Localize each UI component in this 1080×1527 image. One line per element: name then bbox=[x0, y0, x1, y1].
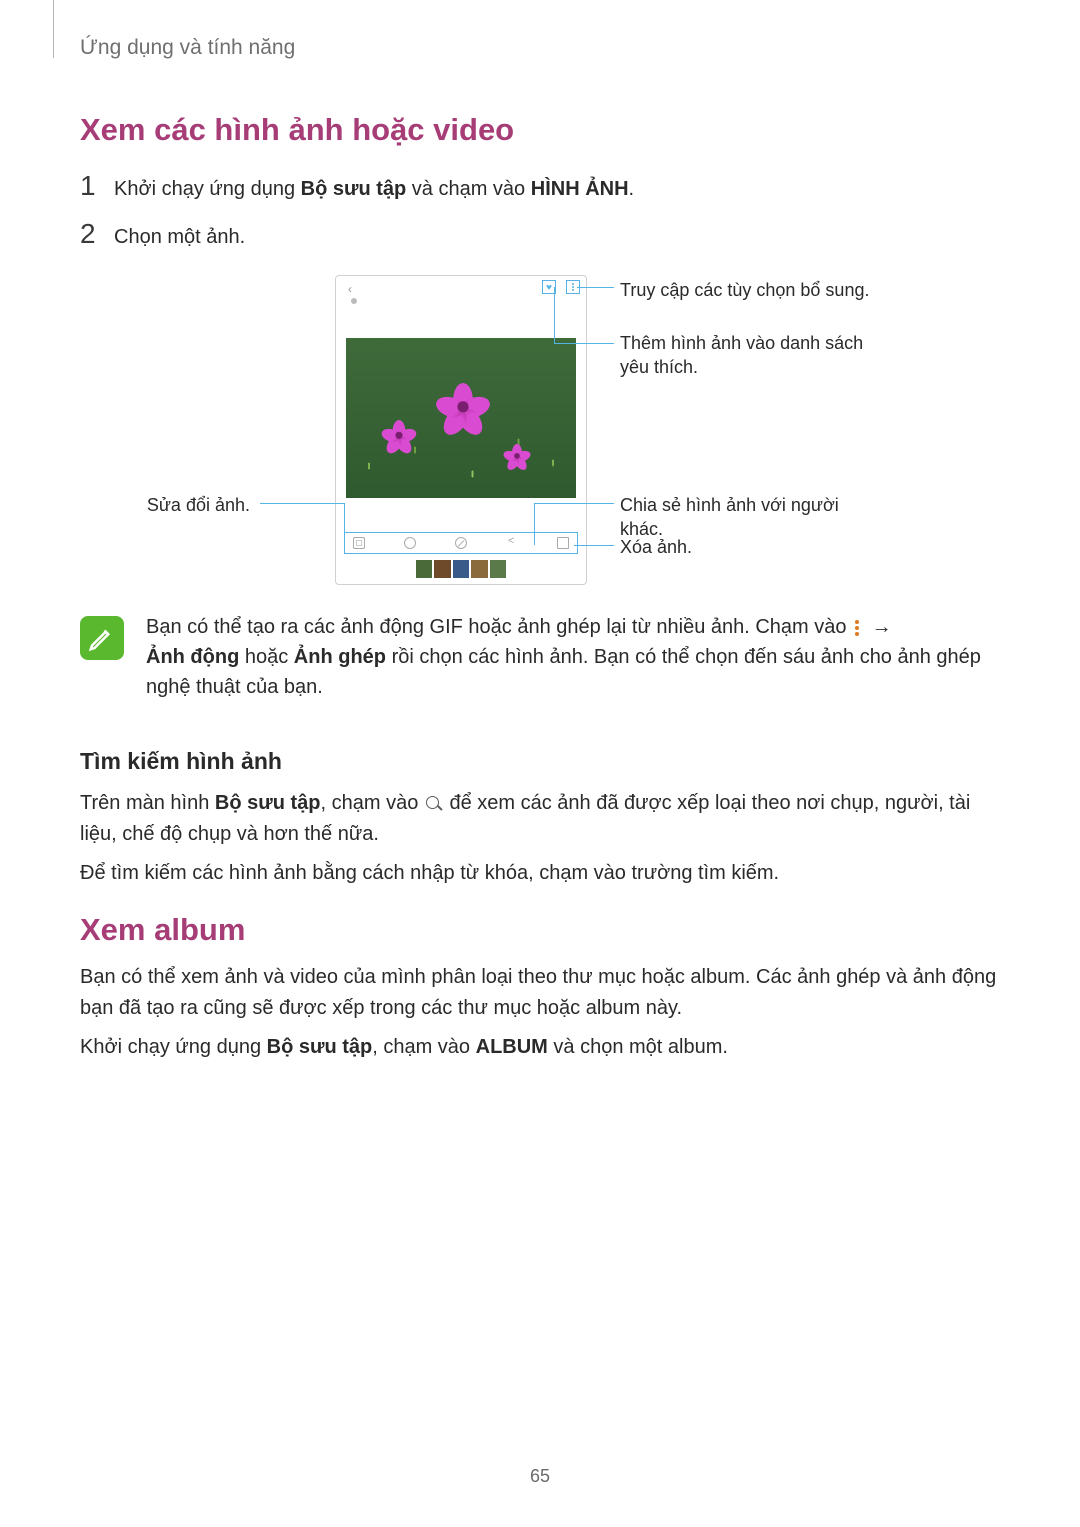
callout-line bbox=[260, 503, 344, 504]
step-text: Chọn một ảnh. bbox=[114, 226, 245, 249]
page-number: 65 bbox=[0, 1466, 1080, 1487]
text: Bạn có thể tạo ra các ảnh động GIF hoặc … bbox=[146, 616, 852, 638]
trash-icon[interactable] bbox=[557, 537, 569, 549]
step-text: Khởi chạy ứng dụng Bộ sưu tập và chạm và… bbox=[114, 178, 634, 201]
text: hoặc bbox=[239, 646, 293, 668]
tab-name: ALBUM bbox=[476, 1036, 548, 1058]
tip-text: Bạn có thể tạo ra các ảnh động GIF hoặc … bbox=[146, 612, 1000, 702]
option-animate: Ảnh động bbox=[146, 646, 239, 668]
callout-line bbox=[574, 545, 614, 546]
text: Khởi chạy ứng dụng bbox=[80, 1036, 267, 1058]
phone-frame: ‹ bbox=[335, 275, 587, 585]
section-title-view-media: Xem các hình ảnh hoặc video bbox=[80, 112, 514, 148]
text: , chạm vào bbox=[321, 792, 424, 814]
share-icon[interactable] bbox=[506, 537, 518, 549]
more-icon bbox=[855, 620, 859, 636]
paragraph: Trên màn hình Bộ sưu tập, chạm vào để xe… bbox=[80, 788, 1000, 850]
screenshot-diagram: ‹ bbox=[80, 275, 1000, 593]
edit-icon[interactable] bbox=[353, 537, 365, 549]
subsection-title-search: Tìm kiếm hình ảnh bbox=[80, 748, 282, 775]
photo-toolbar bbox=[344, 532, 578, 554]
callout-favorite: Thêm hình ảnh vào danh sách yêu thích. bbox=[620, 331, 880, 380]
callout-edit: Sửa đổi ảnh. bbox=[120, 493, 250, 517]
text: . bbox=[629, 178, 635, 200]
paragraph: Bạn có thể xem ảnh và video của mình phâ… bbox=[80, 962, 1000, 1024]
note-icon bbox=[80, 616, 124, 660]
tab-name: HÌNH ẢNH bbox=[531, 178, 629, 200]
flower bbox=[380, 410, 418, 448]
search-icon bbox=[424, 794, 444, 814]
page: Ứng dụng và tính năng Xem các hình ảnh h… bbox=[0, 0, 1080, 1527]
running-header: Ứng dụng và tính năng bbox=[80, 36, 295, 60]
rotate-icon[interactable] bbox=[455, 537, 467, 549]
back-icon[interactable]: ‹ bbox=[348, 282, 352, 296]
text: Trên màn hình bbox=[80, 792, 215, 814]
arrow-right-icon: → bbox=[872, 612, 892, 642]
callout-line bbox=[344, 503, 345, 545]
step-number: 1 bbox=[80, 170, 100, 202]
pencil-icon bbox=[87, 623, 117, 653]
text: Khởi chạy ứng dụng bbox=[114, 178, 301, 200]
step-number: 2 bbox=[80, 218, 100, 250]
details-icon[interactable] bbox=[404, 537, 416, 549]
callout-line bbox=[577, 287, 614, 288]
app-name: Bộ sưu tập bbox=[267, 1036, 373, 1058]
flower bbox=[502, 436, 531, 465]
section-title-album: Xem album bbox=[80, 912, 245, 948]
step-2: 2 Chọn một ảnh. bbox=[80, 218, 245, 250]
camera-dot bbox=[351, 298, 357, 304]
text: và chọn một album. bbox=[548, 1036, 728, 1058]
app-name: Bộ sưu tập bbox=[301, 178, 407, 200]
paragraph: Để tìm kiếm các hình ảnh bằng cách nhập … bbox=[80, 858, 1000, 889]
option-collage: Ảnh ghép bbox=[294, 646, 386, 668]
header-rule bbox=[53, 0, 54, 58]
callout-line bbox=[534, 503, 535, 545]
text: , chạm vào bbox=[372, 1036, 475, 1058]
callout-delete: Xóa ảnh. bbox=[620, 535, 692, 559]
thumbnail-strip[interactable] bbox=[416, 560, 506, 578]
paragraph: Khởi chạy ứng dụng Bộ sưu tập, chạm vào … bbox=[80, 1032, 1000, 1063]
callout-line bbox=[554, 287, 555, 343]
flower bbox=[434, 368, 493, 427]
callout-line bbox=[554, 343, 614, 344]
photo-preview bbox=[346, 338, 576, 498]
tip-box: Bạn có thể tạo ra các ảnh động GIF hoặc … bbox=[80, 612, 1000, 702]
callout-more: Truy cập các tùy chọn bổ sung. bbox=[620, 278, 869, 302]
app-name: Bộ sưu tập bbox=[215, 792, 321, 814]
text: và chạm vào bbox=[406, 178, 531, 200]
step-1: 1 Khởi chạy ứng dụng Bộ sưu tập và chạm … bbox=[80, 170, 634, 202]
callout-line bbox=[534, 503, 614, 504]
